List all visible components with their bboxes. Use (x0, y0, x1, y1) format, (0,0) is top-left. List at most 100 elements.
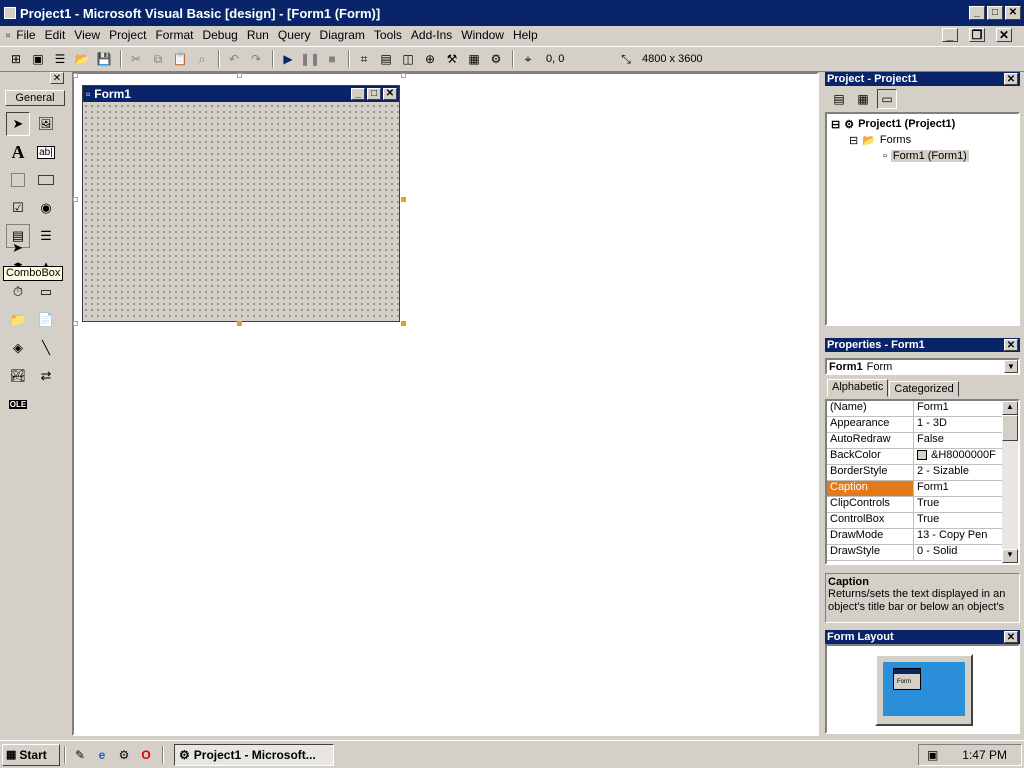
form-minimize-button[interactable]: _ (351, 88, 365, 100)
frame-tool-icon[interactable] (6, 168, 30, 192)
cut-icon[interactable]: ✂ (126, 49, 146, 69)
data-tool-icon[interactable]: ⇄ (34, 364, 58, 388)
optionbutton-tool-icon[interactable]: ◉ (34, 196, 58, 220)
end-icon[interactable]: ■ (322, 49, 342, 69)
property-value[interactable]: True (914, 513, 1002, 528)
view-code-icon[interactable]: ▤ (829, 89, 849, 109)
menu-query[interactable]: Query (278, 28, 311, 42)
toolbox-tab-general[interactable]: General (5, 90, 65, 106)
property-row[interactable]: BackColor &H8000000F (827, 449, 1002, 465)
line-tool-icon[interactable]: ╲ (34, 336, 58, 360)
save-icon[interactable]: 💾 (94, 49, 114, 69)
maximize-button[interactable]: □ (987, 6, 1003, 20)
show-desktop-icon[interactable]: ✎ (70, 745, 90, 765)
label-tool-icon[interactable]: A (6, 140, 30, 164)
scroll-down-icon[interactable]: ▼ (1002, 549, 1018, 563)
add-project-icon[interactable]: ⊞ (6, 49, 26, 69)
start-icon[interactable]: ▶ (278, 49, 298, 69)
collapse-icon[interactable]: ⊟ (849, 134, 858, 147)
tree-node-forms[interactable]: ⊟ 📂 Forms (831, 132, 1014, 148)
menu-window[interactable]: Window (461, 28, 504, 42)
checkbox-tool-icon[interactable]: ☑ (6, 196, 30, 220)
property-value[interactable]: True (914, 497, 1002, 512)
project-close-button[interactable]: ✕ (1004, 73, 1018, 85)
form-close-button[interactable]: ✕ (383, 88, 397, 100)
property-row[interactable]: ControlBox True (827, 513, 1002, 529)
form-grid[interactable] (83, 103, 399, 321)
scroll-up-icon[interactable]: ▲ (1002, 401, 1018, 415)
property-value[interactable]: 2 - Sizable (914, 465, 1002, 480)
menu-tools[interactable]: Tools (374, 28, 402, 42)
properties-close-button[interactable]: ✕ (1004, 339, 1018, 351)
form-layout-icon[interactable]: ◫ (398, 49, 418, 69)
tab-categorized[interactable]: Categorized (889, 381, 959, 397)
component-manager-icon[interactable]: ⚙ (486, 49, 506, 69)
picturebox-tool-icon[interactable]: 🖼 (34, 112, 58, 136)
menu-edit[interactable]: Edit (45, 28, 66, 42)
quicklaunch-icon[interactable]: ⚙ (114, 745, 134, 765)
listbox-tool-icon[interactable]: ☰ (34, 224, 58, 248)
copy-icon[interactable]: ⧉ (148, 49, 168, 69)
property-row[interactable]: BorderStyle 2 - Sizable (827, 465, 1002, 481)
ole-tool-icon[interactable]: OLE (6, 392, 30, 416)
start-button[interactable]: ▦ Start (2, 743, 60, 766)
paste-icon[interactable]: 📋 (170, 49, 190, 69)
object-browser-icon[interactable]: ⊕ (420, 49, 440, 69)
property-value[interactable]: 0 - Solid (914, 545, 1002, 560)
timer-tool-icon[interactable]: ⏱ (6, 280, 30, 304)
scroll-thumb[interactable] (1002, 415, 1018, 441)
redo-icon[interactable]: ↷ (246, 49, 266, 69)
menu-debug[interactable]: Debug (202, 28, 237, 42)
property-row[interactable]: DrawMode 13 - Copy Pen (827, 529, 1002, 545)
child-restore-button[interactable]: ❐ (969, 28, 985, 42)
minimize-button[interactable]: _ (969, 6, 985, 20)
menu-view[interactable]: View (74, 28, 100, 42)
tree-node-project[interactable]: ⊟ ⚙ Project1 (Project1) (831, 116, 1014, 132)
toolbox-icon[interactable]: ⚒ (442, 49, 462, 69)
textbox-tool-icon[interactable]: ab| (34, 140, 58, 164)
resize-handle-b[interactable] (237, 321, 242, 326)
commandbutton-tool-icon[interactable] (34, 168, 58, 192)
property-row[interactable]: (Name) Form1 (827, 401, 1002, 417)
form-layout-close-button[interactable]: ✕ (1004, 631, 1018, 643)
menu-diagram[interactable]: Diagram (320, 28, 365, 42)
shape-tool-icon[interactable]: ◈ (6, 336, 30, 360)
open-icon[interactable]: 📂 (72, 49, 92, 69)
menu-editor-icon[interactable]: ☰ (50, 49, 70, 69)
menu-help[interactable]: Help (513, 28, 538, 42)
dirlistbox-tool-icon[interactable]: 📁 (6, 308, 30, 332)
child-minimize-button[interactable]: _ (942, 28, 958, 42)
properties-window-icon[interactable]: ▤ (376, 49, 396, 69)
view-object-icon[interactable]: ▦ (853, 89, 873, 109)
menu-run[interactable]: Run (247, 28, 269, 42)
menu-file[interactable]: File (16, 28, 35, 42)
data-view-icon[interactable]: ▦ (464, 49, 484, 69)
child-close-button[interactable]: ✕ (996, 28, 1012, 42)
property-row[interactable]: ClipControls True (827, 497, 1002, 513)
image-tool-icon[interactable]: 🏞 (6, 364, 30, 388)
property-value[interactable]: Form1 (914, 401, 1002, 416)
filelistbox-tool-icon[interactable]: 📄 (34, 308, 58, 332)
task-button-vb[interactable]: ⚙ Project1 - Microsoft... (174, 743, 334, 766)
find-icon[interactable]: ⌕ (192, 49, 212, 69)
property-row[interactable]: Caption Form1 (827, 481, 1002, 497)
menu-format[interactable]: Format (155, 28, 193, 42)
resize-handle-br[interactable] (401, 321, 406, 326)
property-value[interactable]: False (914, 433, 1002, 448)
property-value[interactable]: &H8000000F (914, 449, 1002, 464)
toggle-folders-icon[interactable]: ▭ (877, 89, 897, 109)
property-value[interactable]: 13 - Copy Pen (914, 529, 1002, 544)
pointer-tool-icon[interactable]: ➤ (6, 112, 30, 136)
ie-icon[interactable]: e (92, 745, 112, 765)
menu-project[interactable]: Project (109, 28, 146, 42)
tray-icon[interactable]: ▣ (927, 748, 938, 762)
close-button[interactable]: ✕ (1005, 6, 1021, 20)
chevron-down-icon[interactable]: ▼ (1004, 360, 1018, 373)
object-selector[interactable]: Form1 Form ▼ (825, 358, 1020, 375)
menu-add-ins[interactable]: Add-Ins (411, 28, 452, 42)
undo-icon[interactable]: ↶ (224, 49, 244, 69)
tab-alphabetic[interactable]: Alphabetic (827, 379, 889, 397)
tree-node-form1[interactable]: ▫ Form1 (Form1) (831, 148, 1014, 164)
property-value[interactable]: Form1 (914, 481, 1002, 496)
form-designer-window[interactable]: ▫ Form1 _ □ ✕ (82, 85, 400, 322)
